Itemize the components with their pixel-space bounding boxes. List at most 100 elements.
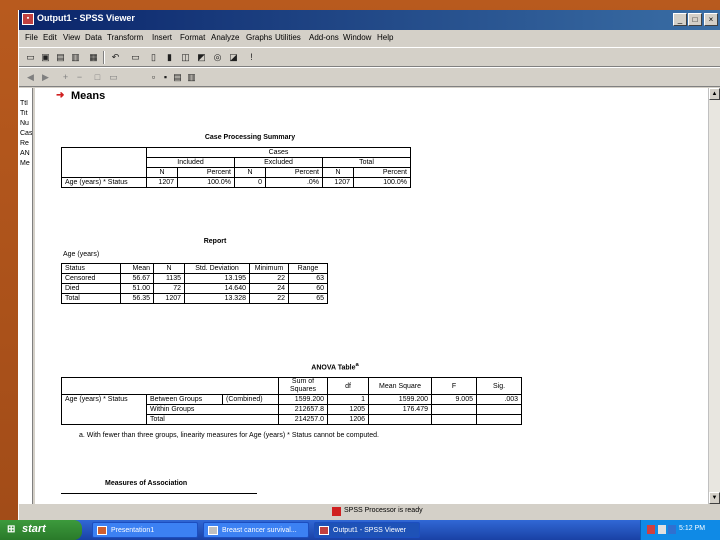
tray-app-icon[interactable] (668, 525, 676, 534)
toolbar-separator (103, 51, 105, 64)
spss-app-icon[interactable]: ▪ (22, 13, 34, 25)
variables-icon[interactable]: ▮ (163, 51, 176, 64)
menu-format[interactable]: Format (180, 33, 205, 42)
start-label: start (22, 523, 46, 535)
clock[interactable]: 5:12 PM (679, 525, 705, 532)
spss-viewer-icon (319, 526, 329, 535)
table-cell: Minimum (249, 263, 289, 274)
menu-insert[interactable]: Insert (152, 33, 172, 42)
table-cell: Sig. (476, 377, 522, 395)
goto-case-icon[interactable]: ▯ (147, 51, 160, 64)
save-icon[interactable]: ▣ (39, 51, 52, 64)
table-cell: 1207 (322, 177, 354, 188)
menu-view[interactable]: View (63, 33, 80, 42)
undo-icon[interactable]: ↶ (109, 51, 122, 64)
outline-item[interactable]: Nu (20, 120, 32, 127)
table-cell (368, 414, 432, 425)
title-bar[interactable]: ▪ Output1 - SPSS Viewer _ □ × (19, 10, 720, 30)
expand-icon[interactable]: □ (91, 71, 104, 84)
menu-graphs[interactable]: Graphs (246, 33, 272, 42)
table-cell (61, 147, 147, 178)
table-cell: 65 (288, 293, 328, 304)
open-icon[interactable]: ▭ (24, 51, 37, 64)
vertical-scrollbar[interactable]: ▲ ▼ (708, 88, 720, 504)
table-cell: 100.0% (353, 177, 411, 188)
table-row: Total 56.35 1207 13.328 22 65 (61, 293, 328, 304)
table-cell: Total (146, 414, 279, 425)
menu-transform[interactable]: Transform (107, 33, 143, 42)
goto-data-icon[interactable]: ▭ (129, 51, 142, 64)
table-cell: 0 (234, 177, 266, 188)
table-cell: 1206 (327, 414, 369, 425)
menu-window[interactable]: Window (343, 33, 371, 42)
table-cell: Died (61, 283, 121, 294)
outline-item[interactable]: Me (20, 160, 32, 167)
demote-icon[interactable]: − (73, 71, 86, 84)
scroll-down-button[interactable]: ▼ (709, 492, 720, 504)
menu-edit[interactable]: Edit (43, 33, 57, 42)
menu-utilities[interactable]: Utilities (275, 33, 301, 42)
outline-item[interactable]: AN (20, 150, 32, 157)
table-row-label: Age (years) * Status (61, 394, 147, 425)
output-content-pane[interactable]: ➜ Means Case Processing Summary Cases In… (35, 88, 708, 504)
table-cell: Sum of Squares (278, 377, 328, 395)
select-output-icon[interactable]: ◩ (195, 51, 208, 64)
menu-help[interactable]: Help (377, 33, 393, 42)
window-title: Output1 - SPSS Viewer (37, 13, 135, 23)
task-presentation[interactable]: Presentation1 (92, 522, 198, 538)
help-icon[interactable]: ! (245, 51, 258, 64)
outline-item[interactable]: Cas (20, 130, 32, 137)
collapse-icon[interactable]: ▭ (107, 71, 120, 84)
anova-caption: ANOVA Tablea (275, 362, 395, 371)
table-cell: 9.005 (431, 394, 477, 405)
anova-table[interactable]: Sum of Squares df Mean Square F Sig. Age… (61, 377, 522, 425)
scroll-up-button[interactable]: ▲ (709, 88, 720, 100)
table-cell: Percent (353, 167, 411, 178)
outline-toolbar: ◀ ▶ + − □ ▭ ▫ ▪ ▤ ▥ (19, 67, 720, 87)
tray-app-icon[interactable] (658, 525, 666, 534)
table-cell: 51.00 (120, 283, 154, 294)
forward-icon[interactable]: ▶ (39, 71, 52, 84)
menu-analyze[interactable]: Analyze (211, 33, 239, 42)
outline-item[interactable]: Tit (20, 110, 32, 117)
promote-icon[interactable]: + (59, 71, 72, 84)
insert-title-icon[interactable]: ▥ (185, 71, 198, 84)
start-button[interactable]: ⊞ start (0, 520, 82, 540)
outline-item[interactable]: Re (20, 140, 32, 147)
maximize-button[interactable]: □ (688, 13, 702, 26)
close-button[interactable]: × (704, 13, 718, 26)
minimize-button[interactable]: _ (673, 13, 687, 26)
tray-app-icon[interactable] (647, 525, 655, 534)
table-top-border (61, 493, 257, 494)
table-cell: 214257.0 (278, 414, 328, 425)
table-cell: Within Groups (146, 404, 279, 415)
section-title[interactable]: Means (71, 90, 105, 102)
table-cell: N (234, 167, 266, 178)
print-icon[interactable]: ▤ (54, 51, 67, 64)
outline-item[interactable]: Ttl (20, 100, 32, 107)
menu-addons[interactable]: Add-ons (309, 33, 339, 42)
task-label: Presentation1 (111, 527, 155, 534)
menu-file[interactable]: File (25, 33, 38, 42)
show-all-icon[interactable]: ◫ (179, 51, 192, 64)
menu-data[interactable]: Data (85, 33, 102, 42)
print-preview-icon[interactable]: ▥ (69, 51, 82, 64)
case-summary-table[interactable]: Cases Included Excluded Total N Percent … (61, 147, 411, 188)
insert-text-icon[interactable]: ▤ (171, 71, 184, 84)
table-row: Censored 56.67 1135 13.195 22 63 (61, 273, 328, 284)
table-cell: .003 (476, 394, 522, 405)
insert-heading-icon[interactable]: ◪ (227, 51, 240, 64)
task-spss-viewer[interactable]: Output1 - SPSS Viewer (314, 522, 420, 538)
table-cell: Range (288, 263, 328, 274)
export-icon[interactable]: ▦ (87, 51, 100, 64)
outline-pane[interactable]: Ttl Tit Nu Cas Re AN Me (19, 88, 33, 504)
table-cell: Mean Square (368, 377, 432, 395)
back-icon[interactable]: ◀ (24, 71, 37, 84)
designate-window-icon[interactable]: ◎ (211, 51, 224, 64)
anova-caption-text: ANOVA Table (311, 364, 356, 372)
report-table[interactable]: Status Mean N Std. Deviation Minimum Ran… (61, 263, 328, 304)
task-breast-cancer-data[interactable]: Breast cancer survival... (203, 522, 309, 538)
menu-bar: File Edit View Data Transform Insert For… (19, 31, 720, 47)
status-bar: SPSS Processor is ready (19, 504, 720, 520)
table-cell: 72 (153, 283, 185, 294)
